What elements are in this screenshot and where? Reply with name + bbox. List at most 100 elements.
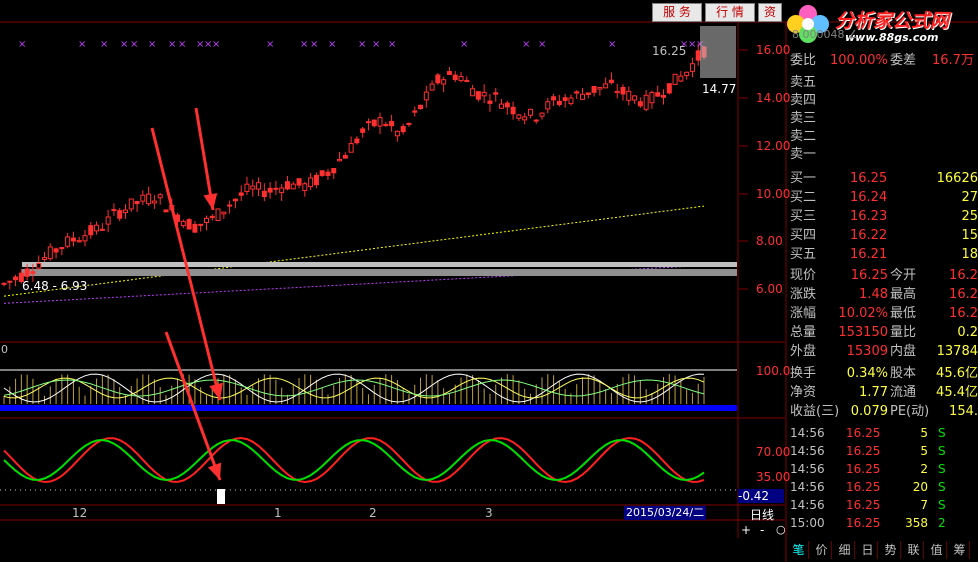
tick-price: 16.25 <box>846 516 881 530</box>
candle-body <box>354 138 360 144</box>
tick-side: S <box>938 462 946 476</box>
bid-volume: 15 <box>961 228 978 243</box>
month-label-3: 3 <box>485 506 493 520</box>
quote-label: 内盘 <box>890 344 917 359</box>
kdj-green-line <box>3 438 705 482</box>
bid-price: 16.25 <box>850 171 888 186</box>
candle-body <box>672 73 678 85</box>
bid-row[interactable]: 买三 16.23 25 <box>790 208 978 226</box>
price-axis-label: 10.00 <box>756 187 791 201</box>
quote-button[interactable]: 行 情 <box>705 3 755 22</box>
signal-mark: × <box>460 39 468 50</box>
candle-body <box>302 183 308 192</box>
fund-row: 换手 0.34% 股本 45.6亿 <box>790 364 978 383</box>
bid-row[interactable]: 买二 16.24 27 <box>790 189 978 207</box>
tick-time: 14:56 <box>790 480 825 494</box>
fund-label: 流通 <box>890 385 917 400</box>
order-diff-label: 委差 <box>890 53 917 68</box>
candle-body <box>458 76 464 82</box>
quote-label: 涨幅 <box>790 306 817 321</box>
quote-value: 1.48 <box>859 287 888 302</box>
candle-body <box>180 220 186 227</box>
candle-body <box>452 74 458 81</box>
tick-time: 14:56 <box>790 444 825 458</box>
zoom-in-button[interactable]: + <box>741 523 751 537</box>
service-button[interactable]: 服 务 <box>652 3 702 22</box>
quote-value: 16.2 <box>949 306 978 321</box>
tick-price: 16.25 <box>846 426 881 440</box>
tick-price: 16.25 <box>846 462 881 476</box>
candle-body <box>551 96 557 101</box>
tick-time: 14:56 <box>790 462 825 476</box>
candle-body <box>400 126 406 133</box>
tab-3[interactable]: 日 <box>858 541 878 559</box>
candle-body <box>435 74 441 84</box>
date-box: 2015/03/24/二 <box>624 506 707 520</box>
bid-row[interactable]: 买一 16.25 16626 <box>790 170 978 188</box>
candle-body <box>279 187 285 194</box>
tab-7[interactable]: 筹 <box>950 541 970 559</box>
signal-mark: × <box>358 39 366 50</box>
candle-body <box>383 123 389 127</box>
bid-volume: 18 <box>961 247 978 262</box>
tick-time: 14:56 <box>790 498 825 512</box>
candle-body <box>516 114 522 119</box>
candle-body <box>684 71 690 76</box>
candle-body <box>470 88 476 97</box>
quote-value: 16.2 <box>949 268 978 283</box>
candle-body <box>94 224 100 232</box>
candle-body <box>261 190 267 198</box>
fund-value: 45.4亿 <box>936 385 978 400</box>
candle-body <box>99 228 105 231</box>
candle-body <box>41 257 47 260</box>
tab-4[interactable]: 势 <box>881 541 901 559</box>
candle-body <box>313 174 319 186</box>
candle-body <box>620 86 626 95</box>
period-label[interactable]: 日线 <box>750 506 774 523</box>
candle-body <box>487 100 493 104</box>
candle-body <box>348 143 354 153</box>
logo-url: www.88gs.com <box>845 31 939 44</box>
quote-row: 涨幅 10.02% 最低 16.2 <box>790 304 978 323</box>
candle-body <box>649 92 655 104</box>
candle-body <box>371 119 377 127</box>
bid-row[interactable]: 买四 16.22 15 <box>790 227 978 245</box>
candle-body <box>203 217 209 224</box>
zoom-out-button[interactable]: - <box>760 523 764 537</box>
candle-body <box>441 79 447 85</box>
last-close-label: 14.77 <box>702 82 737 96</box>
ind2-value: -0.42 <box>738 489 784 503</box>
candle-body <box>643 94 649 110</box>
candle-body <box>626 90 632 101</box>
ind1-line <box>3 379 705 397</box>
tick-row: 14:56 16.25 2 S <box>790 460 978 478</box>
info-button[interactable]: 资 <box>758 3 782 22</box>
bid-row[interactable]: 买五 16.21 18 <box>790 246 978 264</box>
signal-mark: × <box>168 39 176 50</box>
tab-1[interactable]: 价 <box>812 541 832 559</box>
quote-row: 涨跌 1.48 最高 16.2 <box>790 285 978 304</box>
zoom-reset-button[interactable]: ○ <box>776 523 786 536</box>
signal-mark: × <box>78 39 86 50</box>
bid-label: 买四 <box>790 228 817 243</box>
fund-value: 154. <box>949 404 978 419</box>
candle-body <box>134 200 140 205</box>
quote-label: 现价 <box>790 268 817 283</box>
quote-value: 16.2 <box>949 287 978 302</box>
candle-body <box>562 97 568 101</box>
tab-0[interactable]: 笔 <box>789 541 809 559</box>
band-label: 6.48 - 6.93 <box>22 279 88 293</box>
candle-body <box>522 116 528 121</box>
order-ratio-value: 100.00% <box>830 53 888 68</box>
tick-row: 15:00 16.25 358 2 <box>790 514 978 532</box>
tab-2[interactable]: 细 <box>835 541 855 559</box>
tab-6[interactable]: 值 <box>927 541 947 559</box>
tab-5[interactable]: 联 <box>904 541 924 559</box>
candle-body <box>198 223 204 226</box>
candle-body <box>637 101 643 107</box>
candle-body <box>70 237 76 242</box>
candle-body <box>597 87 603 90</box>
candle-body <box>429 83 435 91</box>
tick-price: 16.25 <box>846 480 881 494</box>
support-band-bottom <box>22 269 737 276</box>
